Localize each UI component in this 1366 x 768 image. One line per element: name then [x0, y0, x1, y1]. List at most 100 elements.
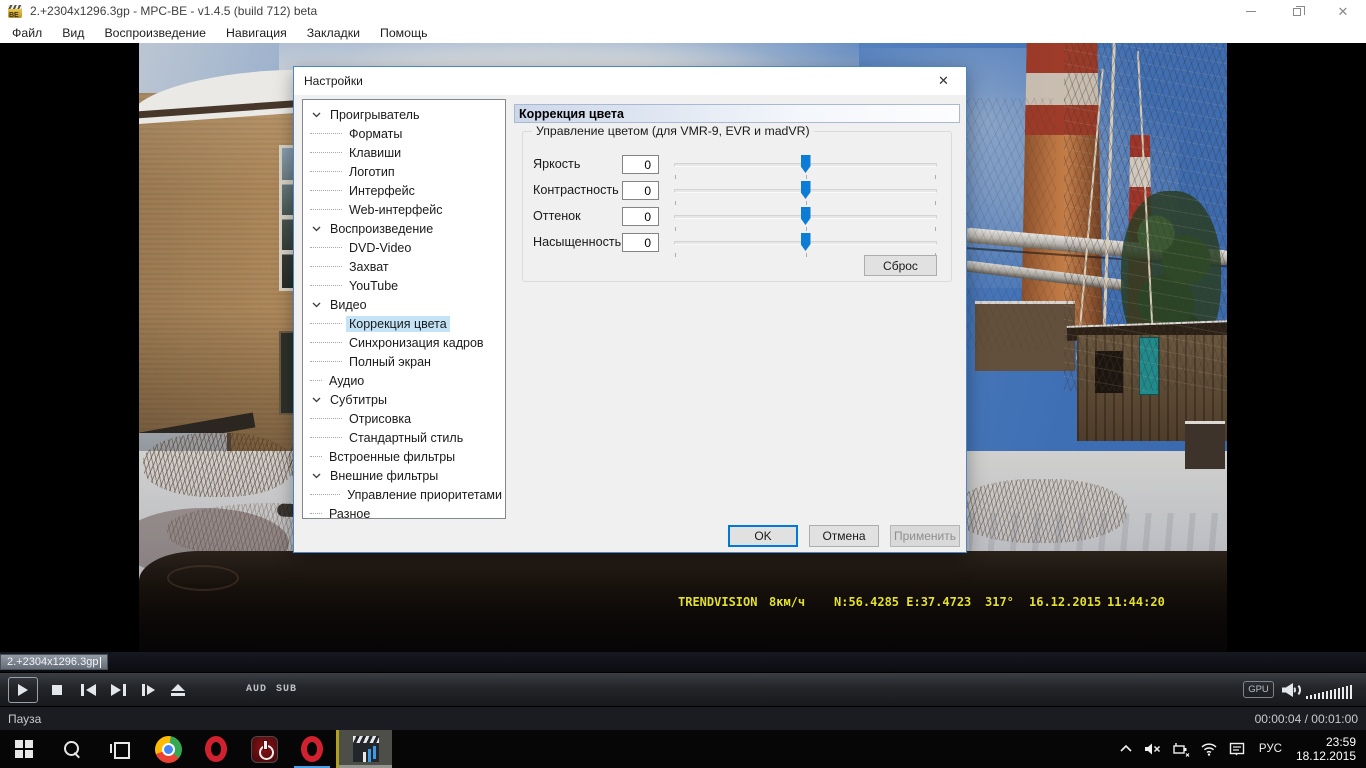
slider-tick	[675, 175, 676, 179]
tree-item[interactable]: Полный экран	[303, 352, 505, 371]
tree-item[interactable]: Встроенные фильтры	[303, 447, 505, 466]
menu-playback[interactable]: Воспроизведение	[94, 26, 216, 40]
slider-thumb[interactable]	[801, 207, 811, 225]
battery-icon	[1172, 741, 1190, 757]
system-tray: РУС 23:59 18.12.2015	[1113, 730, 1366, 768]
brightness-slider[interactable]	[674, 154, 937, 178]
color-row-saturation: Насыщенность	[523, 232, 951, 254]
taskbar-search-button[interactable]	[48, 730, 96, 768]
filename-chip[interactable]: 2.+2304x1296.3gp	[0, 654, 108, 670]
windows-logo-icon	[15, 740, 33, 758]
tree-item[interactable]: Проигрыватель	[303, 105, 505, 124]
volume-bar	[1334, 689, 1336, 699]
tree-item-label: Коррекция цвета	[346, 316, 450, 332]
next-icon	[111, 684, 121, 696]
hue-input[interactable]	[622, 207, 659, 226]
menu-navigation[interactable]: Навигация	[216, 26, 297, 40]
tree-item[interactable]: Форматы	[303, 124, 505, 143]
app-icon	[8, 5, 22, 18]
tree-item[interactable]: DVD-Video	[303, 238, 505, 257]
saturation-slider[interactable]	[674, 232, 937, 256]
chevron-down-icon[interactable]	[310, 299, 322, 311]
tree-item[interactable]: Интерфейс	[303, 181, 505, 200]
row-label: Оттенок	[533, 209, 581, 223]
menu-view[interactable]: Вид	[52, 26, 94, 40]
chevron-down-icon[interactable]	[310, 394, 322, 406]
volume-icon[interactable]	[1282, 682, 1300, 698]
subtitle-track-button[interactable]: SUB	[276, 684, 297, 695]
menu-help[interactable]: Помощь	[370, 26, 438, 40]
chevron-down-icon[interactable]	[310, 223, 322, 235]
tree-connector	[310, 285, 342, 286]
play-button[interactable]	[8, 677, 38, 703]
taskbar-opera-button[interactable]	[192, 730, 240, 768]
frame-step-button[interactable]	[136, 677, 160, 703]
tree-item[interactable]: Стандартный стиль	[303, 428, 505, 447]
audio-track-button[interactable]: AUD	[246, 684, 267, 695]
cancel-button[interactable]: Отмена	[809, 525, 879, 547]
panel-header-label: Коррекция цвета	[519, 107, 624, 121]
tree-item[interactable]: Коррекция цвета	[303, 314, 505, 333]
tree-item[interactable]: Видео	[303, 295, 505, 314]
menu-bookmarks[interactable]: Закладки	[297, 26, 370, 40]
tree-item[interactable]: Web-интерфейс	[303, 200, 505, 219]
contrast-input[interactable]	[622, 181, 659, 200]
taskbar-clock[interactable]: 23:59 18.12.2015	[1296, 735, 1356, 763]
brightness-input[interactable]	[622, 155, 659, 174]
tree-item[interactable]: Клавиши	[303, 143, 505, 162]
tray-action-center[interactable]	[1228, 741, 1246, 757]
tree-item[interactable]: Аудио	[303, 371, 505, 390]
tray-volume-muted[interactable]	[1144, 741, 1162, 757]
opera-icon	[301, 736, 323, 762]
tree-item[interactable]: Внешние фильтры	[303, 466, 505, 485]
close-button[interactable]: ✕	[1320, 0, 1366, 22]
language-indicator[interactable]: РУС	[1259, 743, 1282, 755]
tray-expand-button[interactable]	[1118, 741, 1134, 757]
tree-item[interactable]: Разное	[303, 504, 505, 519]
apply-button[interactable]: Применить	[890, 525, 960, 547]
settings-tree[interactable]: ПроигрывательФорматыКлавишиЛоготипИнтерф…	[302, 99, 506, 519]
tree-item[interactable]: Отрисовка	[303, 409, 505, 428]
slider-thumb[interactable]	[801, 233, 811, 251]
volume-bar	[1350, 685, 1352, 699]
tree-item[interactable]: YouTube	[303, 276, 505, 295]
tree-item[interactable]: Субтитры	[303, 390, 505, 409]
tree-item[interactable]: Логотип	[303, 162, 505, 181]
slider-thumb[interactable]	[801, 155, 811, 173]
taskbar-opera-running-button[interactable]	[288, 730, 336, 768]
saturation-input[interactable]	[622, 233, 659, 252]
eject-icon	[171, 693, 185, 696]
chevron-down-icon[interactable]	[310, 109, 322, 121]
next-button[interactable]	[106, 677, 130, 703]
chevron-down-icon[interactable]	[310, 470, 322, 482]
restore-button[interactable]	[1274, 0, 1320, 22]
power-app-icon	[251, 736, 278, 763]
dialog-title-bar[interactable]: Настройки ✕	[294, 67, 966, 95]
seek-bar[interactable]: 2.+2304x1296.3gp	[0, 652, 1366, 672]
tray-battery-status[interactable]	[1172, 741, 1190, 757]
slider-tick	[675, 201, 676, 205]
taskbar-power-app-button[interactable]	[240, 730, 288, 768]
tree-item[interactable]: Захват	[303, 257, 505, 276]
start-button[interactable]	[0, 730, 48, 768]
hue-slider[interactable]	[674, 206, 937, 230]
taskbar-chrome-button[interactable]	[144, 730, 192, 768]
menu-file[interactable]: Файл	[2, 26, 52, 40]
reset-button[interactable]: Сброс	[864, 255, 937, 276]
tree-item[interactable]: Воспроизведение	[303, 219, 505, 238]
stop-button[interactable]	[46, 677, 68, 703]
volume-slider[interactable]	[1306, 679, 1362, 699]
tray-network[interactable]	[1200, 741, 1218, 757]
ok-button[interactable]: OK	[728, 525, 798, 547]
dialog-close-button[interactable]: ✕	[921, 67, 966, 95]
tree-item[interactable]: Синхронизация кадров	[303, 333, 505, 352]
previous-button[interactable]	[76, 677, 100, 703]
taskbar-mpc-active-button[interactable]	[336, 730, 392, 768]
tree-item-label: Стандартный стиль	[346, 430, 466, 446]
minimize-button[interactable]	[1228, 0, 1274, 22]
slider-thumb[interactable]	[801, 181, 811, 199]
eject-button[interactable]	[166, 677, 190, 703]
contrast-slider[interactable]	[674, 180, 937, 204]
tree-item[interactable]: Управление приоритетами	[303, 485, 505, 504]
task-view-button[interactable]	[96, 730, 144, 768]
